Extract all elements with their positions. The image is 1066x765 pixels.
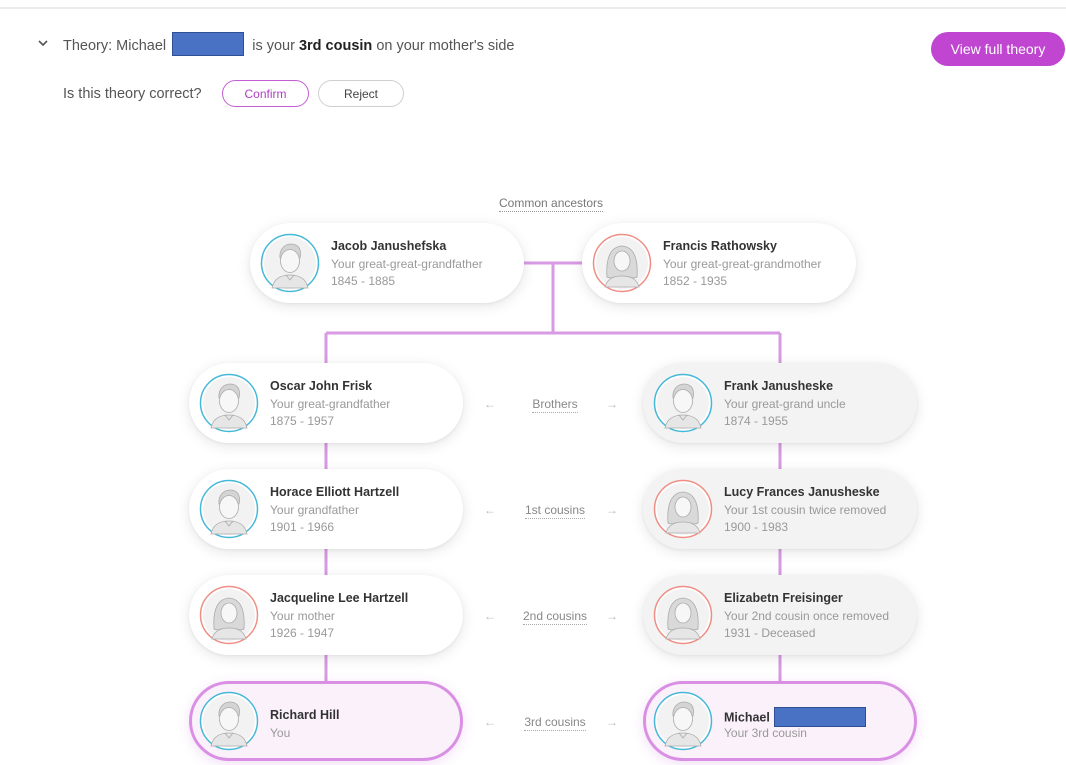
female-avatar-icon xyxy=(592,233,652,293)
person-dates: 1926 - 1947 xyxy=(270,626,335,640)
relation-label[interactable]: 2nd cousins xyxy=(522,609,588,625)
person-name: Jacob Janushefska xyxy=(331,239,447,253)
ancestor-card-jacob[interactable]: Jacob Janushefska Your great-great-grand… xyxy=(250,223,524,303)
male-avatar-icon xyxy=(199,479,259,539)
arrow-right-icon: → xyxy=(606,609,618,623)
person-dates: 1900 - 1983 xyxy=(724,520,789,534)
person-name: Elizabetn Freisinger xyxy=(724,591,843,605)
person-name: Francis Rathowsky xyxy=(663,239,777,253)
person-name: Jacqueline Lee Hartzell xyxy=(270,591,409,605)
ancestor-card-francis[interactable]: Francis Rathowsky Your great-great-grand… xyxy=(582,223,856,303)
female-avatar-icon xyxy=(653,585,713,645)
person-relation: Your mother xyxy=(270,609,335,623)
person-name: Frank Janusheske xyxy=(724,379,834,393)
person-name: Michael xyxy=(724,707,866,728)
person-card-oscar[interactable]: Oscar John Frisk Your great-grandfather … xyxy=(189,363,463,443)
person-relation: Your 3rd cousin xyxy=(724,726,807,740)
person-first-name: Michael xyxy=(724,710,770,725)
redacted-surname xyxy=(773,707,866,727)
person-card-elizabetn[interactable]: Elizabetn Freisinger Your 2nd cousin onc… xyxy=(643,575,917,655)
person-dates: 1931 - Deceased xyxy=(724,626,816,640)
relation-2nd-cousins: ← 2nd cousins → xyxy=(470,609,640,627)
arrow-right-icon: → xyxy=(606,503,618,517)
person-relation: Your great-grand uncle xyxy=(724,397,846,411)
male-avatar-icon xyxy=(260,233,320,293)
person-relation: Your 2nd cousin once removed xyxy=(724,609,889,623)
person-relation: You xyxy=(270,726,291,740)
relation-label[interactable]: Brothers xyxy=(532,397,578,413)
relation-1st-cousins: ← 1st cousins → xyxy=(470,503,640,521)
person-dates: 1852 - 1935 xyxy=(663,274,728,288)
person-dates: 1874 - 1955 xyxy=(724,414,789,428)
female-avatar-icon xyxy=(653,479,713,539)
person-relation: Your great-great-grandfather xyxy=(331,257,483,271)
person-dates: 1875 - 1957 xyxy=(270,414,335,428)
person-relation: Your grandfather xyxy=(270,503,359,517)
person-relation: Your great-great-grandmother xyxy=(663,257,822,271)
person-dates: 1901 - 1966 xyxy=(270,520,335,534)
person-card-lucy[interactable]: Lucy Frances Janusheske Your 1st cousin … xyxy=(643,469,917,549)
relation-brothers: ← Brothers → xyxy=(470,397,640,415)
male-avatar-icon xyxy=(199,691,259,751)
relation-label[interactable]: 3rd cousins xyxy=(524,715,586,731)
person-name: Richard Hill xyxy=(270,708,340,722)
person-card-jacqueline[interactable]: Jacqueline Lee Hartzell Your mother 1926… xyxy=(189,575,463,655)
person-relation: Your great-grandfather xyxy=(270,397,391,411)
person-name: Horace Elliott Hartzell xyxy=(270,485,400,499)
arrow-right-icon: → xyxy=(606,715,618,729)
male-avatar-icon xyxy=(653,373,713,433)
person-name: Lucy Frances Janusheske xyxy=(724,485,880,499)
person-name: Oscar John Frisk xyxy=(270,379,373,393)
female-avatar-icon xyxy=(199,585,259,645)
person-dates: 1845 - 1885 xyxy=(331,274,396,288)
person-card-michael[interactable]: Michael Your 3rd cousin xyxy=(643,681,917,761)
person-card-horace[interactable]: Horace Elliott Hartzell Your grandfather… xyxy=(189,469,463,549)
arrow-right-icon: → xyxy=(606,397,618,411)
person-card-you[interactable]: Richard Hill You xyxy=(189,681,463,761)
relation-3rd-cousins: ← 3rd cousins → xyxy=(470,715,640,733)
male-avatar-icon xyxy=(199,373,259,433)
person-card-frank[interactable]: Frank Janusheske Your great-grand uncle … xyxy=(643,363,917,443)
male-avatar-icon xyxy=(653,691,713,751)
relation-label[interactable]: 1st cousins xyxy=(524,503,586,519)
person-relation: Your 1st cousin twice removed xyxy=(724,503,887,517)
